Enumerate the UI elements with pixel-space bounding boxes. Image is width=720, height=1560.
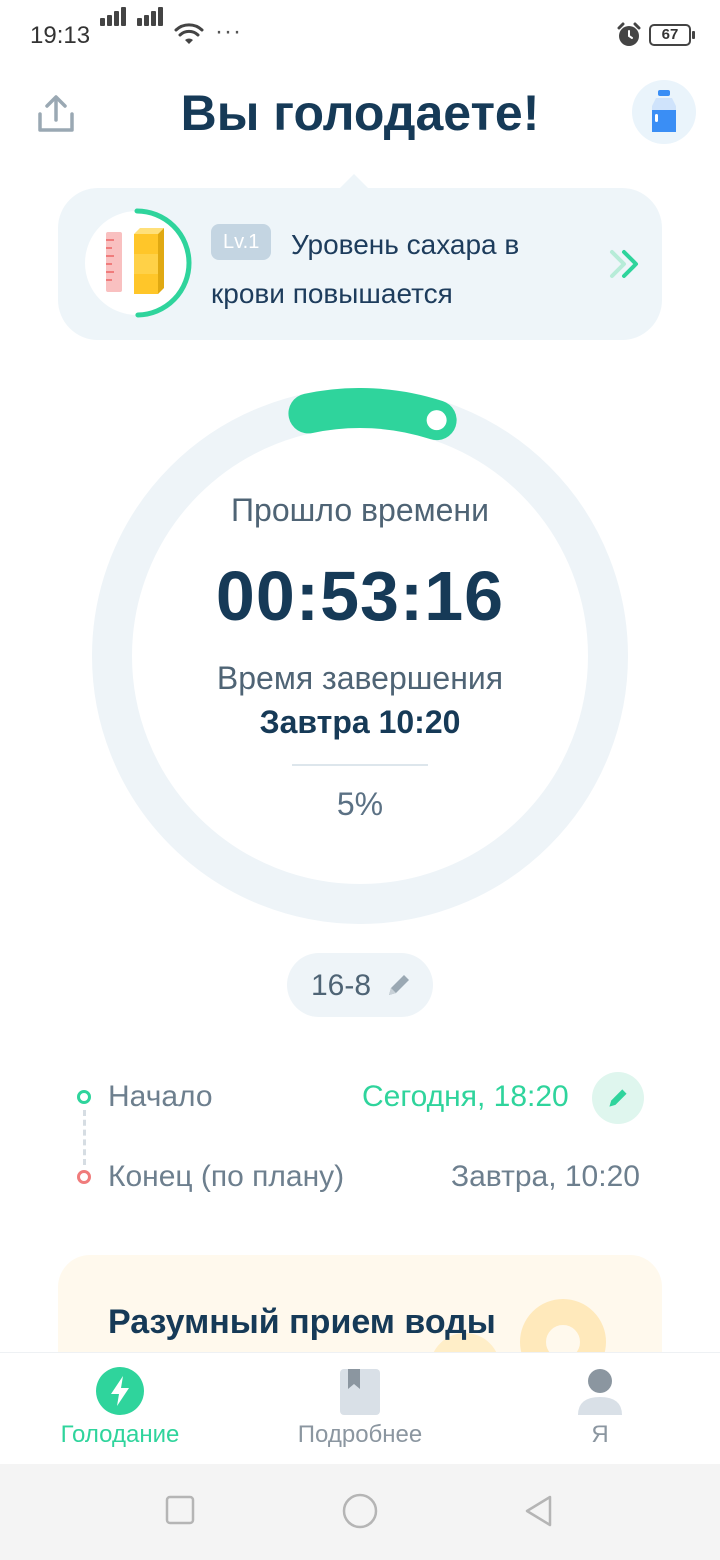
stage-description: Уровень сахара в крови повышается (211, 229, 520, 309)
timer-ring (92, 388, 628, 924)
more-notifications-icon: ··· (215, 18, 242, 45)
battery-icon: 67 (649, 24, 695, 46)
bookmark-book-icon (340, 1369, 380, 1415)
water-bottle-icon (652, 90, 676, 132)
system-navigation-bar (0, 1464, 720, 1560)
double-chevron-right-icon (610, 250, 638, 278)
timer-divider (292, 764, 428, 766)
home-icon[interactable] (341, 1492, 379, 1530)
wifi-icon (174, 23, 204, 44)
edit-start-button[interactable] (592, 1072, 644, 1124)
nav-item-details[interactable]: Подробнее (240, 1353, 480, 1465)
elapsed-time: 00:53:16 (215, 557, 505, 635)
pencil-icon (389, 975, 409, 995)
nav-label: Я (591, 1421, 609, 1448)
fasting-timer: Прошло времени 00:53:16 Время завершения… (92, 388, 628, 924)
user-icon (578, 1369, 622, 1415)
battery-level: 67 (661, 26, 679, 43)
blood-sugar-icon (106, 228, 164, 294)
status-time: 19:13 (30, 22, 91, 49)
start-time[interactable]: Сегодня, 18:20 (362, 1080, 569, 1114)
plan-label: 16-8 (311, 969, 372, 1002)
nav-item-fasting[interactable]: Голодание (0, 1353, 240, 1465)
lightning-icon (96, 1367, 144, 1415)
end-time-value: Завтра 10:20 (259, 704, 461, 740)
water-card-title: Разумный прием воды (108, 1303, 496, 1341)
back-icon[interactable] (522, 1494, 556, 1528)
end-dot (77, 1170, 91, 1184)
fasting-plan-chip[interactable]: 16-8 (287, 953, 433, 1017)
start-label: Начало (108, 1080, 213, 1113)
water-intake-card[interactable]: Разумный прием воды (58, 1255, 662, 1365)
nav-item-profile[interactable]: Я (480, 1353, 720, 1465)
schedule-connector (83, 1110, 86, 1165)
bottom-navigation: Голодание Подробнее Я (0, 1352, 720, 1464)
elapsed-label: Прошло времени (231, 492, 489, 528)
pencil-icon (609, 1089, 627, 1107)
timer-progress-arc (288, 388, 457, 441)
status-bar: 19:13 ··· 67 (0, 0, 720, 72)
nav-label: Подробнее (297, 1421, 423, 1448)
timer-progress-handle (426, 410, 447, 431)
nav-label: Голодание (60, 1421, 180, 1448)
alarm-icon (617, 22, 641, 46)
page-title: Вы голодаете! (180, 85, 540, 141)
start-dot (77, 1090, 91, 1104)
end-time-label: Время завершения (216, 660, 504, 696)
water-tracker-button[interactable] (632, 80, 696, 144)
progress-percent: 5% (336, 786, 384, 822)
stage-progress (82, 208, 192, 318)
recent-apps-icon[interactable] (164, 1494, 196, 1526)
end-time: Завтра, 10:20 (451, 1160, 640, 1193)
end-label: Конец (по плану) (108, 1160, 345, 1193)
fasting-stage-card[interactable]: Lv.1 Уровень сахара в крови повышается (58, 174, 662, 340)
